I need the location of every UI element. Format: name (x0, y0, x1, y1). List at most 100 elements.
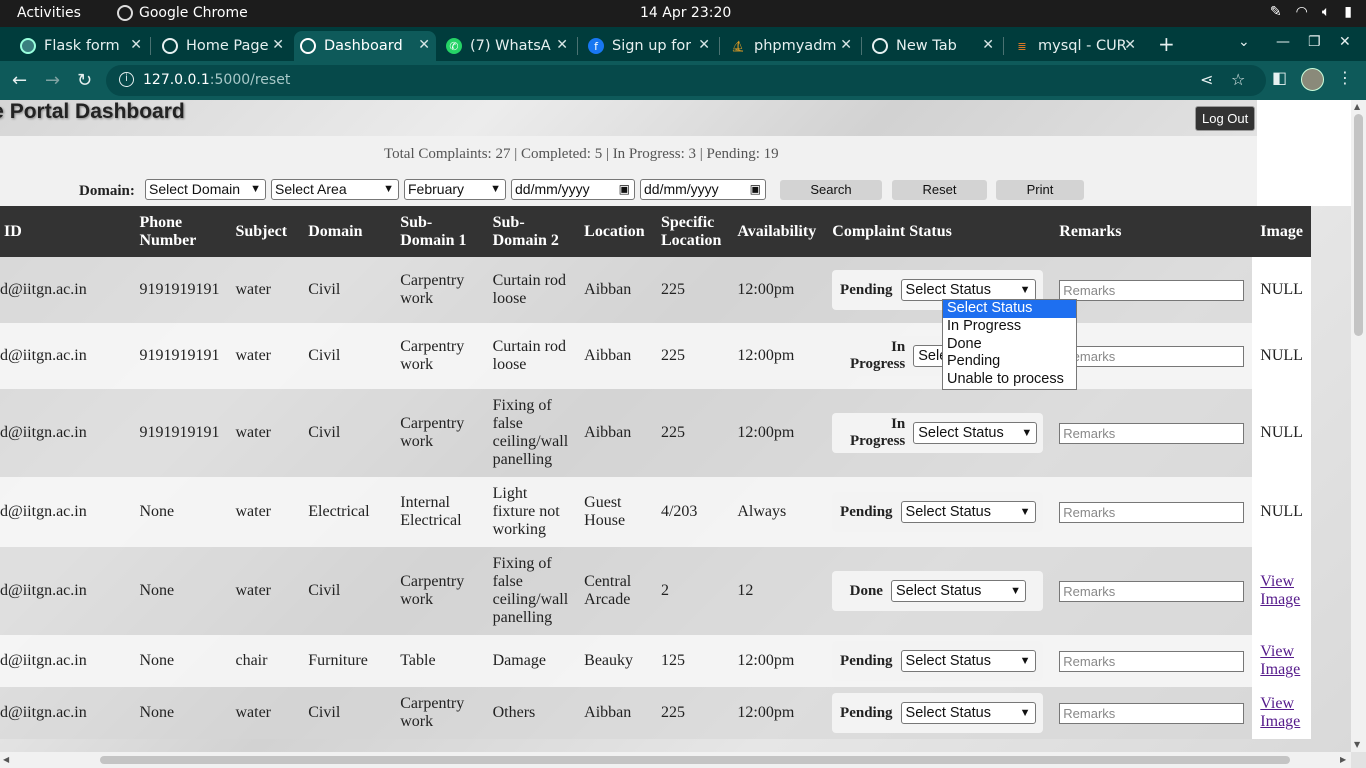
calendar-icon[interactable]: ▣ (750, 180, 761, 199)
tab-title: Home Page (186, 38, 269, 54)
date-to-input[interactable]: dd/mm/yyyy ▣ (640, 179, 766, 200)
close-icon[interactable]: ✕ (840, 37, 852, 53)
status-label: In Progress (849, 339, 906, 372)
remarks-input[interactable]: Remarks (1059, 345, 1245, 367)
facebook-icon: f (588, 38, 604, 54)
logout-button[interactable]: Log Out (1195, 106, 1256, 131)
status-select[interactable]: Select Status▼ (900, 279, 1036, 301)
clock[interactable]: 14 Apr 23:20 (640, 5, 731, 21)
domain-select[interactable]: Select Domain ▼ (145, 179, 266, 200)
tab-search-icon[interactable]: ⌄ (1238, 34, 1250, 50)
forward-icon[interactable]: → (45, 70, 60, 91)
scroll-left-icon[interactable]: ◀ (3, 755, 9, 764)
view-image-link[interactable]: View Image (1260, 643, 1300, 678)
header-domain: Domain (300, 206, 393, 257)
cell-complaint-status: Pending Select Status ▼ (824, 687, 1052, 739)
status-label: Pending (840, 281, 893, 298)
tab-whatsapp[interactable]: ✆ (7) WhatsA ✕ (440, 31, 574, 61)
chevron-down-icon: ▼ (1010, 585, 1021, 597)
remarks-input[interactable]: Remarks (1059, 501, 1245, 523)
cell-subject: water (227, 257, 301, 323)
area-select[interactable]: Select Area ▼ (271, 179, 399, 200)
site-info-icon[interactable]: i (119, 72, 134, 87)
scroll-up-icon[interactable]: ▲ (1354, 102, 1360, 111)
header-sub-domain-2: Sub-Domain 2 (484, 206, 577, 257)
print-button[interactable]: Print (996, 180, 1084, 200)
search-button[interactable]: Search (780, 180, 882, 200)
tab-new-tab[interactable]: New Tab ✕ (866, 31, 1000, 61)
close-icon[interactable]: ✕ (982, 37, 994, 53)
status-label: Pending (840, 503, 893, 520)
side-panel-icon[interactable]: ◧ (1272, 68, 1287, 87)
tab-facebook[interactable]: f Sign up for ✕ (582, 31, 716, 61)
tab-home-page[interactable]: Home Page ✕ (156, 31, 290, 61)
status-select[interactable]: Select Status▼ (900, 501, 1036, 523)
remarks-input[interactable]: Remarks (1059, 650, 1245, 672)
scroll-down-icon[interactable]: ▼ (1354, 740, 1360, 749)
tab-title: Flask form (44, 38, 120, 54)
close-window-button[interactable]: ✕ (1339, 34, 1351, 50)
status-box: Pending Select Status ▼ (832, 492, 1044, 532)
cell-domain: Civil (300, 257, 393, 323)
scroll-right-icon[interactable]: ▶ (1340, 755, 1346, 764)
calendar-icon[interactable]: ▣ (619, 180, 630, 199)
remarks-input[interactable]: Remarks (1059, 279, 1245, 301)
status-dropdown-list[interactable]: Select Status In Progress Done Pending Unabl… (942, 299, 1077, 390)
status-select[interactable]: Select Status▼ (890, 580, 1026, 602)
activities-button[interactable]: Activities (17, 5, 81, 21)
remarks-input[interactable]: Remarks (1059, 422, 1245, 444)
status-select[interactable]: Select Status▼ (913, 422, 1038, 444)
status-select[interactable]: Select Status▼ (900, 702, 1036, 724)
cell-phone: 9191919191 (131, 257, 228, 323)
status-option[interactable]: Unable to process (943, 371, 1076, 389)
close-icon[interactable]: ✕ (418, 37, 430, 53)
maximize-button[interactable]: ❐ (1308, 34, 1321, 50)
remarks-input[interactable]: Remarks (1059, 702, 1245, 724)
header-complaint-status: Complaint Status (824, 206, 1052, 257)
tab-phpmyadmin[interactable]: ⛵︎ phpmyadm ✕ (724, 31, 858, 61)
cell-sub-domain-2: Fixing of false ceiling/wall panelling (484, 547, 577, 635)
close-icon[interactable]: ✕ (272, 37, 284, 53)
status-option[interactable]: Select Status (943, 300, 1076, 318)
tab-dashboard[interactable]: Dashboard ✕ (294, 31, 436, 61)
chrome-menu-icon[interactable]: ⋮ (1337, 68, 1353, 87)
status-option[interactable]: Done (943, 336, 1076, 354)
horizontal-scroll-thumb[interactable] (100, 756, 1290, 764)
reload-icon[interactable]: ↻ (77, 70, 92, 91)
cell-sub-domain-2: Curtain rod loose (484, 257, 577, 323)
close-icon[interactable]: ✕ (130, 37, 142, 53)
minimize-button[interactable]: — (1276, 34, 1290, 50)
view-image-link[interactable]: View Image (1260, 695, 1300, 730)
share-icon[interactable]: ⋖ (1200, 70, 1213, 89)
cell-id: d@iitgn.ac.in (0, 635, 132, 687)
system-tray[interactable]: ✎ ◠ 🔈︎ ▮ (1270, 4, 1352, 20)
profile-avatar[interactable] (1301, 68, 1324, 91)
vertical-scrollbar[interactable]: ▲ ▼ (1351, 100, 1366, 752)
date-from-input[interactable]: dd/mm/yyyy ▣ (511, 179, 635, 200)
back-icon[interactable]: ← (12, 70, 27, 91)
status-option[interactable]: In Progress (943, 318, 1076, 336)
status-option[interactable]: Pending (943, 353, 1076, 371)
remarks-input[interactable]: Remarks (1059, 580, 1245, 602)
url-text[interactable]: 127.0.0.1:5000/reset (143, 72, 290, 88)
tab-flask-form[interactable]: Flask form ✕ (14, 31, 148, 61)
reset-button[interactable]: Reset (892, 180, 987, 200)
tab-mysql[interactable]: ≣ mysql - CUR ✕ (1008, 31, 1142, 61)
bookmark-star-icon[interactable]: ☆ (1231, 70, 1245, 89)
close-icon[interactable]: ✕ (556, 37, 568, 53)
month-select[interactable]: February ▼ (404, 179, 506, 200)
globe-icon (162, 38, 178, 54)
view-image-link[interactable]: View Image (1260, 573, 1300, 608)
complaint-stats: Total Complaints: 27 | Completed: 5 | In… (384, 146, 779, 162)
address-bar[interactable]: i 127.0.0.1:5000/reset ⋖ ☆ (106, 65, 1266, 96)
close-icon[interactable]: ✕ (1124, 37, 1136, 53)
header-image: Image (1252, 206, 1311, 257)
cell-remarks: Remarks (1051, 477, 1253, 547)
horizontal-scrollbar[interactable]: ◀ ▶ (0, 752, 1351, 768)
cell-id: d@iitgn.ac.in (0, 257, 132, 323)
new-tab-button[interactable]: + (1158, 32, 1175, 56)
vertical-scroll-thumb[interactable] (1354, 114, 1363, 336)
app-menu[interactable]: Google Chrome (117, 5, 248, 21)
status-select[interactable]: Select Status▼ (900, 650, 1036, 672)
close-icon[interactable]: ✕ (698, 37, 710, 53)
